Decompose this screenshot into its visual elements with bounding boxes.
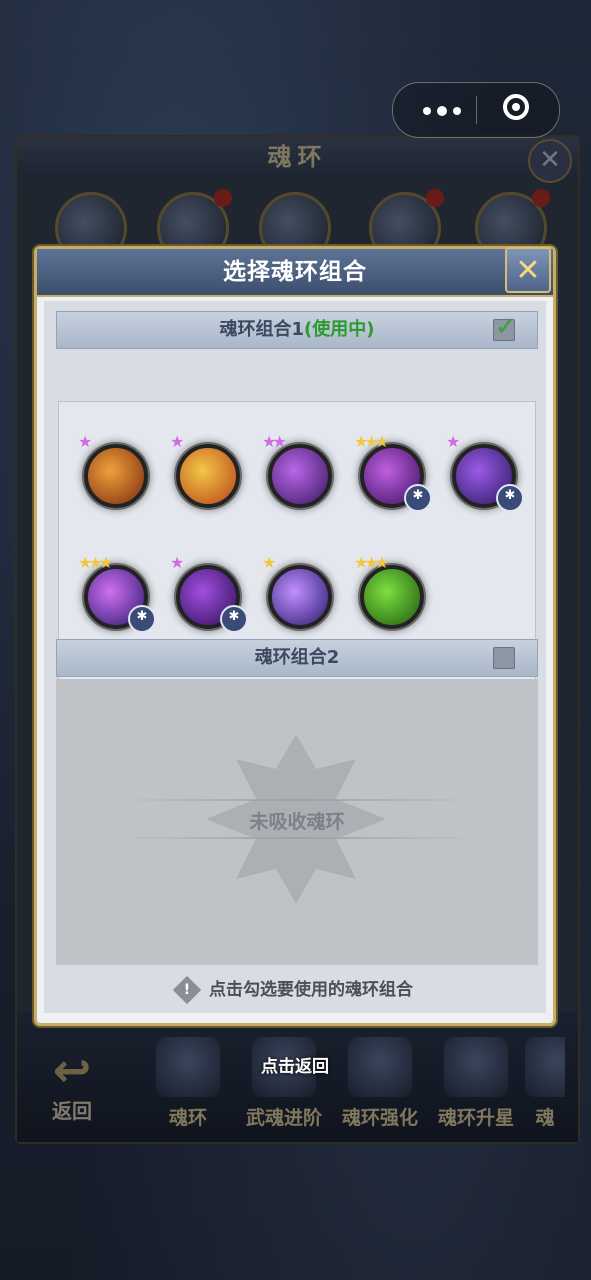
nav-martial-soul-advance: 武魂进阶 [239, 1037, 329, 1130]
ring-group-2-title: 魂环组合2 [254, 647, 340, 668]
tap-to-return-text[interactable]: 点击返回 [245, 1052, 345, 1077]
exit-miniprogram-icon[interactable] [503, 94, 529, 120]
back-label: 返回 [52, 1099, 92, 1123]
dialog-body: 魂环组合1(使用中) ✓ ★ ★ ★★ ★★★ ✱ ★ ✱ ★★★ ✱ ★ ✱ ★ ★★★ 魂环组合2 … [44, 301, 546, 1013]
soul-ring-icon[interactable]: ★★★ ✱ [354, 432, 432, 512]
nav-ring-star-up: 魂环升星 [431, 1037, 521, 1130]
dialog-header: 选择魂环组合 ✕ [37, 247, 553, 297]
hint-row: ! 点击勾选要使用的魂环组合 [44, 975, 546, 1005]
in-use-label: (使用中) [304, 319, 375, 340]
select-ring-combination-dialog: 选择魂环组合 ✕ 魂环组合1(使用中) ✓ ★ ★ ★★ ★★★ ✱ ★ ✱ ★★★ ✱ ★ ✱ ★ ★… [34, 246, 556, 1026]
divider-line [116, 837, 478, 839]
star-rating: ★★ [262, 432, 287, 451]
spider-badge-icon: ✱ [128, 605, 156, 633]
ring-group-1-checkbox[interactable]: ✓ [493, 312, 517, 342]
nav-ring-enhance: 魂环强化 [335, 1037, 425, 1130]
star-up-icon [444, 1037, 508, 1097]
enhance-icon [348, 1037, 412, 1097]
more-options-icon[interactable] [415, 96, 469, 124]
soul-ring-icon[interactable]: ★ [170, 432, 240, 508]
notification-dot [532, 189, 550, 207]
star-rating: ★ [446, 432, 460, 451]
star-rating: ★ [170, 553, 184, 572]
nav-more: 魂 [525, 1037, 565, 1130]
star-rating: ★★★ [354, 553, 389, 572]
bottom-nav-bar: ↩ 返回 魂环 武魂进阶 魂环强化 魂环升星 魂 [17, 1012, 578, 1142]
star-rating: ★ [170, 432, 184, 451]
star-rating: ★★★ [354, 432, 389, 451]
background-title: 魂环 [17, 137, 578, 177]
notification-dot [214, 189, 232, 207]
info-icon: ! [172, 975, 202, 1005]
soul-ring-icon[interactable]: ★★ [262, 432, 332, 508]
star-rating: ★ [262, 553, 276, 572]
background-close-icon: ✕ [528, 139, 572, 183]
hint-text: 点击勾选要使用的魂环组合 [209, 980, 413, 1000]
close-button[interactable]: ✕ [505, 247, 551, 293]
star-rating: ★ [78, 432, 92, 451]
more-icon [525, 1037, 565, 1097]
ring-group-2-header[interactable]: 魂环组合2 [56, 639, 538, 677]
dialog-title: 选择魂环组合 [223, 259, 367, 285]
return-arrow-icon: ↩ [52, 1043, 92, 1097]
soul-ring-icon[interactable]: ★ ✱ [446, 432, 524, 512]
empty-ring-text: 未吸收魂环 [249, 811, 345, 833]
soul-ring-icon[interactable]: ★ [262, 553, 332, 629]
soul-ring-icon[interactable]: ★ ✱ [170, 553, 248, 633]
soul-ring-icon[interactable]: ★★★ ✱ [78, 553, 156, 633]
soul-ring-icon[interactable]: ★★★ [354, 553, 424, 629]
ring-group-2-checkbox[interactable] [493, 647, 515, 669]
ring-group-1-title: 魂环组合1(使用中) [219, 319, 375, 340]
spider-badge-icon: ✱ [404, 484, 432, 512]
spider-badge-icon: ✱ [496, 484, 524, 512]
divider-line [116, 799, 478, 801]
star-rating: ★★★ [78, 553, 113, 572]
capsule-divider [476, 96, 477, 124]
ring-group-2-empty: 未吸收魂环 [56, 679, 538, 965]
nav-soul-ring: 魂环 [143, 1037, 233, 1130]
notification-dot [426, 189, 444, 207]
spider-badge-icon: ✱ [220, 605, 248, 633]
checkmark-icon: ✓ [495, 312, 517, 342]
miniprogram-capsule [392, 82, 560, 138]
soul-ring-icon[interactable]: ★ [78, 432, 148, 508]
soul-ring-icon [156, 1037, 220, 1097]
back-button: ↩ 返回 [37, 1045, 107, 1124]
ring-group-1-header[interactable]: 魂环组合1(使用中) ✓ [56, 311, 538, 349]
